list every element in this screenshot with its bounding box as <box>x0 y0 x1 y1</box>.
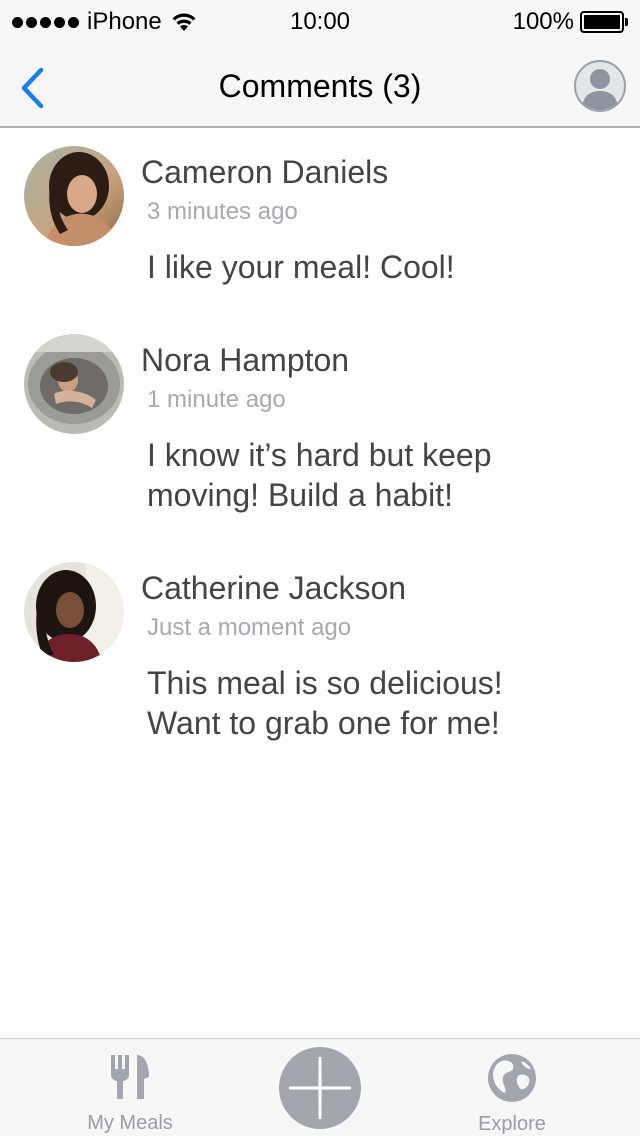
tab-bar: My Meals Explore <box>0 1038 640 1136</box>
avatar-photo <box>24 334 124 434</box>
battery-percentage: 100% <box>512 8 574 35</box>
globe-icon <box>488 1054 536 1102</box>
avatar-photo <box>24 146 124 246</box>
comment-text: This meal is so delicious! Want to grab … <box>147 665 503 741</box>
avatar <box>24 334 124 434</box>
tab-label: My Meals <box>87 1112 173 1134</box>
avatar <box>24 146 124 246</box>
tab-explore[interactable]: Explore <box>442 1039 582 1136</box>
add-meal-button[interactable] <box>279 1047 361 1129</box>
comment-author: Catherine Jackson <box>141 570 407 606</box>
user-silhouette-icon <box>582 69 618 110</box>
comment-author: Nora Hampton <box>141 342 350 378</box>
tab-label: Explore <box>478 1113 546 1135</box>
fork-knife-icon <box>111 1055 149 1099</box>
comment-time: Just a moment ago <box>147 614 352 641</box>
plus-icon <box>289 1057 351 1119</box>
comment-author: Cameron Daniels <box>141 154 389 190</box>
navigation-bar: Comments (3) <box>0 44 640 128</box>
battery-icon <box>580 11 628 33</box>
tab-my-meals[interactable]: My Meals <box>60 1039 200 1136</box>
status-bar: iPhone 10:00 100% <box>0 0 640 44</box>
status-right: 100% <box>513 8 628 36</box>
avatar-photo <box>24 562 124 662</box>
comment-time: 3 minutes ago <box>147 198 298 225</box>
profile-button[interactable] <box>574 60 626 112</box>
comment-text: I like your meal! Cool! <box>147 249 455 285</box>
comment-text: I know it’s hard but keep moving! Build … <box>147 437 492 513</box>
avatar <box>24 562 124 662</box>
page-title: Comments (3) <box>218 68 422 104</box>
comment-time: 1 minute ago <box>147 386 286 413</box>
